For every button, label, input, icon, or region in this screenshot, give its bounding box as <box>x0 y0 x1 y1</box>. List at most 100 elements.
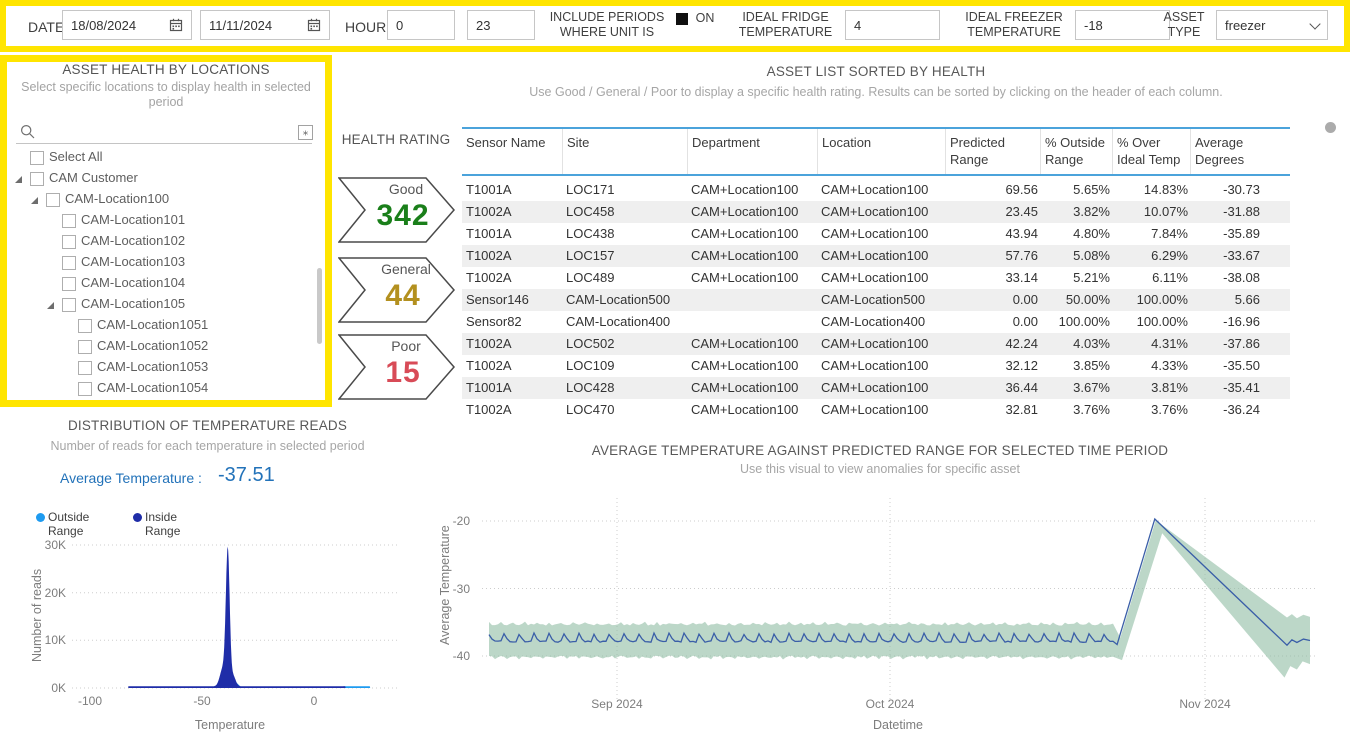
ideal-fridge-input[interactable]: 4 <box>845 10 940 40</box>
table-row[interactable]: Sensor146CAM-Location500CAM-Location5000… <box>462 289 1290 311</box>
hour-to-input[interactable]: 23 <box>467 10 535 40</box>
cell-average-degrees: -30.73 <box>1190 179 1290 201</box>
cell-sensor-name: T1002A <box>462 333 562 355</box>
column-header-department[interactable]: Department <box>687 129 817 174</box>
hour-to-value: 23 <box>476 18 526 33</box>
cell--over-ideal-temp: 3.76% <box>1112 399 1190 421</box>
cell-location: CAM+Location100 <box>817 223 945 245</box>
cell-department: CAM+Location100 <box>687 267 817 289</box>
column-header--outside-range[interactable]: % Outside Range <box>1040 129 1112 174</box>
cell-location: CAM-Location500 <box>817 289 945 311</box>
calendar-icon[interactable] <box>307 18 321 32</box>
date-to-input[interactable]: 11/11/2024 <box>200 10 330 40</box>
cell-site: LOC470 <box>562 399 687 421</box>
include-periods-toggle[interactable] <box>676 13 688 25</box>
table-row[interactable]: T1002ALOC157CAM+Location100CAM+Location1… <box>462 245 1290 267</box>
health-arrow-poor[interactable]: Poor15 <box>338 334 456 400</box>
cell-department: CAM+Location100 <box>687 355 817 377</box>
decorative-dot <box>1325 122 1336 133</box>
cell-site: LOC109 <box>562 355 687 377</box>
cell-department: CAM+Location100 <box>687 223 817 245</box>
column-header--over-ideal-temp[interactable]: % Over Ideal Temp <box>1112 129 1190 174</box>
x-tick: Oct 2024 <box>860 697 920 711</box>
tree-item-label: Select All <box>49 149 102 164</box>
tree-item-select-all[interactable]: Select All <box>8 148 308 169</box>
cell--outside-range: 100.00% <box>1040 311 1112 333</box>
cell-sensor-name: T1002A <box>462 201 562 223</box>
column-header-location[interactable]: Location <box>817 129 945 174</box>
table-row[interactable]: Sensor82CAM-Location400CAM-Location4000.… <box>462 311 1290 333</box>
toggle-state-label: ON <box>693 11 717 26</box>
cell-sensor-name: T1002A <box>462 245 562 267</box>
cell-predicted-range: 57.76 <box>945 245 1040 267</box>
table-row[interactable]: T1001ALOC428CAM+Location100CAM+Location1… <box>462 377 1290 399</box>
select-all-toggle-icon[interactable]: ⁎ <box>298 125 313 140</box>
cell-sensor-name: T1001A <box>462 179 562 201</box>
cell-average-degrees: -36.24 <box>1190 399 1290 421</box>
cell--outside-range: 5.21% <box>1040 267 1112 289</box>
chevron-down-icon <box>1309 18 1320 29</box>
ideal-freezer-label: IDEAL FREEZER TEMPERATURE <box>958 10 1070 40</box>
column-header-site[interactable]: Site <box>562 129 687 174</box>
hour-from-input[interactable]: 0 <box>387 10 455 40</box>
cell-sensor-name: Sensor82 <box>462 311 562 333</box>
cell-sensor-name: T1001A <box>462 223 562 245</box>
cell-department <box>687 311 817 333</box>
asset-type-dropdown[interactable]: freezer <box>1216 10 1328 40</box>
cell-average-degrees: -35.41 <box>1190 377 1290 399</box>
cell-predicted-range: 69.56 <box>945 179 1040 201</box>
table-row[interactable]: T1001ALOC171CAM+Location100CAM+Location1… <box>462 179 1290 201</box>
ideal-freezer-input[interactable]: -18 <box>1075 10 1170 40</box>
column-header-predicted-range[interactable]: Predicted Range <box>945 129 1040 174</box>
cell--outside-range: 3.67% <box>1040 377 1112 399</box>
cell--over-ideal-temp: 100.00% <box>1112 311 1190 333</box>
average-temperature-line-chart <box>430 490 1350 725</box>
checkbox[interactable] <box>30 151 44 165</box>
cell-location: CAM+Location100 <box>817 245 945 267</box>
cell-location: CAM+Location100 <box>817 333 945 355</box>
cell-predicted-range: 43.94 <box>945 223 1040 245</box>
cell--over-ideal-temp: 6.11% <box>1112 267 1190 289</box>
health-rating-count: 44 <box>360 279 446 313</box>
distribution-title: DISTRIBUTION OF TEMPERATURE READS <box>10 418 405 433</box>
cell-average-degrees: -33.67 <box>1190 245 1290 267</box>
column-header-average-degrees[interactable]: Average Degrees <box>1190 129 1290 174</box>
cell-department: CAM+Location100 <box>687 333 817 355</box>
health-arrow-good[interactable]: Good342 <box>338 177 456 243</box>
calendar-icon[interactable] <box>169 18 183 32</box>
cell-average-degrees: -38.08 <box>1190 267 1290 289</box>
table-row[interactable]: T1002ALOC502CAM+Location100CAM+Location1… <box>462 333 1290 355</box>
cell-predicted-range: 23.45 <box>945 201 1040 223</box>
cell-predicted-range: 36.44 <box>945 377 1040 399</box>
cell-location: CAM-Location400 <box>817 311 945 333</box>
cell-sensor-name: T1001A <box>462 377 562 399</box>
cell-site: LOC438 <box>562 223 687 245</box>
table-row[interactable]: T1002ALOC109CAM+Location100CAM+Location1… <box>462 355 1290 377</box>
cell-average-degrees: -35.89 <box>1190 223 1290 245</box>
cell-location: CAM+Location100 <box>817 201 945 223</box>
cell--outside-range: 5.65% <box>1040 179 1112 201</box>
cell-site: CAM-Location400 <box>562 311 687 333</box>
cell-location: CAM+Location100 <box>817 355 945 377</box>
table-row[interactable]: T1001ALOC438CAM+Location100CAM+Location1… <box>462 223 1290 245</box>
table-row[interactable]: T1002ALOC458CAM+Location100CAM+Location1… <box>462 201 1290 223</box>
search-icon[interactable] <box>20 124 36 140</box>
date-from-input[interactable]: 18/08/2024 <box>62 10 192 40</box>
cell--outside-range: 3.82% <box>1040 201 1112 223</box>
table-row[interactable]: T1002ALOC470CAM+Location100CAM+Location1… <box>462 399 1290 421</box>
cell-site: LOC428 <box>562 377 687 399</box>
hour-from-value: 0 <box>396 18 446 33</box>
x-tick: -50 <box>182 694 222 708</box>
cell--over-ideal-temp: 10.07% <box>1112 201 1190 223</box>
cell--outside-range: 5.08% <box>1040 245 1112 267</box>
line-chart-subtitle: Use this visual to view anomalies for sp… <box>430 462 1330 476</box>
health-arrow-general[interactable]: General44 <box>338 257 456 323</box>
search-input[interactable] <box>16 143 312 144</box>
distribution-histogram <box>0 530 420 700</box>
table-row[interactable]: T1002ALOC489CAM+Location100CAM+Location1… <box>462 267 1290 289</box>
ideal-fridge-value: 4 <box>854 18 931 33</box>
health-rating-cards: Good342 General44 Poor15 <box>0 177 470 407</box>
table-header: Sensor NameSiteDepartmentLocationPredict… <box>462 127 1290 176</box>
cell-department: CAM+Location100 <box>687 179 817 201</box>
column-header-sensor-name[interactable]: Sensor Name <box>462 129 562 174</box>
